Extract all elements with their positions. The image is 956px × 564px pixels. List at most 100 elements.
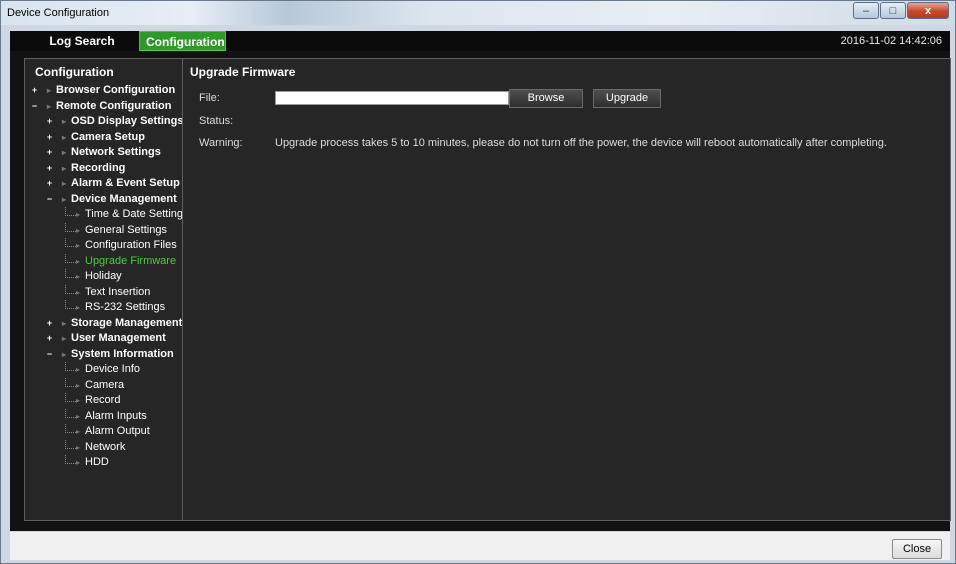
- close-button[interactable]: Close: [892, 539, 942, 559]
- file-path-input[interactable]: [275, 91, 509, 105]
- tree-branch-line: [65, 408, 76, 418]
- sidebar-item-camera-setup[interactable]: + ▸ Camera Setup: [25, 130, 185, 146]
- main-content: Configuration + ▸ Browser Configuration − ▸ R…: [10, 51, 951, 531]
- sidebar-item-network-settings[interactable]: + ▸ Network Settings: [25, 145, 185, 161]
- sidebar-item-label: Browser Configuration: [56, 84, 176, 96]
- configuration-sidebar: Configuration + ▸ Browser Configuration − ▸ R…: [24, 58, 189, 521]
- upgrade-firmware-panel: Upgrade Firmware File: Browse Upgrade St…: [182, 58, 951, 521]
- sidebar-item-label: Device Management: [71, 192, 177, 205]
- chevron-right-icon: ▸: [76, 411, 81, 421]
- sidebar-item-recording[interactable]: + ▸ Recording: [25, 161, 185, 177]
- chevron-right-icon: ▸: [62, 179, 67, 188]
- sidebar-item-label: Alarm & Event Setup: [71, 177, 180, 189]
- sidebar-item-label: Storage Management: [71, 316, 183, 329]
- sidebar-item-label: Alarm Inputs: [85, 409, 147, 422]
- expand-icon[interactable]: +: [46, 117, 53, 126]
- tree-branch-line: [65, 253, 76, 263]
- chevron-right-icon: ▸: [76, 380, 81, 390]
- sidebar-item-camera[interactable]: ▸ Camera: [25, 377, 185, 394]
- sidebar-item-holiday[interactable]: ▸ Holiday: [25, 269, 185, 285]
- sidebar-item-label: Network: [85, 440, 126, 453]
- title-bar: Device Configuration – □ x: [1, 1, 955, 25]
- sidebar-item-device-info[interactable]: ▸ Device Info: [25, 362, 185, 378]
- chevron-right-icon: ▸: [76, 272, 81, 281]
- minimize-button[interactable]: –: [853, 2, 879, 19]
- upgrade-button[interactable]: Upgrade: [593, 89, 661, 108]
- sidebar-item-hdd[interactable]: ▸ HDD: [25, 455, 185, 471]
- sidebar-item-time-date-settings[interactable]: ▸ Time & Date Settings: [25, 207, 189, 223]
- chevron-right-icon: ▸: [76, 210, 81, 219]
- status-label: Status:: [199, 115, 234, 127]
- sidebar-item-browser-configuration[interactable]: + ▸ Browser Configuration: [25, 83, 185, 99]
- sidebar-item-storage-management[interactable]: + ▸ Storage Management: [25, 316, 185, 332]
- warning-label: Warning:: [199, 137, 243, 149]
- sidebar-item-alarm-event-setup[interactable]: + ▸ Alarm & Event Setup: [25, 176, 185, 192]
- sidebar-item-label: HDD: [85, 456, 109, 468]
- sidebar-item-configuration-files[interactable]: ▸ Configuration Files: [25, 238, 185, 254]
- sidebar-item-text-insertion[interactable]: ▸ Text Insertion: [25, 284, 185, 301]
- sidebar-item-label: Remote Configuration: [56, 99, 172, 112]
- sidebar-item-system-information[interactable]: − ▸ System Information: [25, 347, 185, 363]
- footer-bar: Close: [10, 531, 950, 560]
- expand-icon[interactable]: +: [46, 179, 53, 188]
- sidebar-item-label: Recording: [71, 161, 126, 174]
- sidebar-item-network[interactable]: ▸ Network: [25, 439, 185, 456]
- sidebar-item-label: Holiday: [85, 270, 122, 282]
- expand-icon[interactable]: +: [46, 163, 53, 172]
- sidebar-item-remote-configuration[interactable]: − ▸ Remote Configuration: [25, 99, 185, 115]
- chevron-right-icon: ▸: [76, 256, 81, 266]
- tree-branch-line: [65, 424, 76, 433]
- collapse-icon[interactable]: −: [46, 194, 53, 203]
- sidebar-item-device-management[interactable]: − ▸ Device Management: [25, 192, 185, 208]
- expand-icon[interactable]: +: [46, 318, 53, 327]
- tree-branch-line: [65, 222, 76, 232]
- chevron-right-icon: ▸: [62, 163, 67, 173]
- sidebar-item-label: Upgrade Firmware: [85, 254, 177, 267]
- chevron-right-icon: ▸: [76, 225, 81, 235]
- tree-branch-line: [65, 439, 76, 449]
- sidebar-item-label: Text Insertion: [85, 285, 151, 298]
- configuration-tree: + ▸ Browser Configuration − ▸ Remote Configur…: [25, 83, 189, 471]
- sidebar-item-general-settings[interactable]: ▸ General Settings: [25, 222, 185, 239]
- window-title: Device Configuration: [7, 7, 110, 19]
- sidebar-item-rs-232-settings[interactable]: ▸ RS-232 Settings: [25, 300, 185, 316]
- collapse-icon[interactable]: −: [31, 101, 38, 110]
- chevron-right-icon: ▸: [47, 86, 52, 95]
- chevron-right-icon: ▸: [62, 318, 67, 328]
- expand-icon[interactable]: +: [46, 132, 53, 141]
- tab-configuration[interactable]: Configuration: [139, 31, 226, 51]
- sidebar-item-record[interactable]: ▸ Record: [25, 393, 185, 409]
- maximize-button[interactable]: □: [880, 2, 906, 19]
- sidebar-item-label: General Settings: [85, 223, 167, 236]
- collapse-icon[interactable]: −: [46, 349, 53, 358]
- sidebar-item-label: User Management: [71, 332, 166, 344]
- chevron-right-icon: ▸: [76, 365, 81, 374]
- sidebar-item-label: Camera Setup: [71, 130, 145, 143]
- chevron-right-icon: ▸: [76, 458, 81, 467]
- sidebar-item-osd-display-settings[interactable]: + ▸ OSD Display Settings: [25, 114, 185, 130]
- sidebar-item-label: Time & Date Settings: [85, 208, 189, 220]
- browse-button[interactable]: Browse: [509, 89, 583, 108]
- window-controls: – □ x: [852, 2, 949, 20]
- sidebar-item-upgrade-firmware[interactable]: ▸ Upgrade Firmware: [25, 253, 185, 270]
- chevron-right-icon: ▸: [62, 132, 67, 142]
- tree-branch-line: [65, 207, 76, 216]
- warning-text: Upgrade process takes 5 to 10 minutes, p…: [275, 137, 887, 149]
- page-title: Upgrade Firmware: [190, 65, 296, 79]
- expand-icon[interactable]: +: [31, 86, 38, 95]
- sidebar-item-user-management[interactable]: + ▸ User Management: [25, 331, 185, 347]
- sidebar-item-alarm-inputs[interactable]: ▸ Alarm Inputs: [25, 408, 185, 425]
- chevron-right-icon: ▸: [47, 101, 52, 111]
- tab-log-search[interactable]: Log Search: [34, 31, 130, 51]
- sidebar-item-label: System Information: [71, 347, 174, 360]
- sidebar-item-label: Device Info: [85, 363, 141, 375]
- sidebar-item-alarm-output[interactable]: ▸ Alarm Output: [25, 424, 185, 440]
- close-window-button[interactable]: x: [907, 2, 949, 19]
- expand-icon[interactable]: +: [46, 148, 53, 157]
- tree-branch-line: [65, 238, 76, 247]
- chevron-right-icon: ▸: [76, 396, 81, 405]
- expand-icon[interactable]: +: [46, 334, 53, 343]
- tree-branch-line: [65, 393, 76, 402]
- chevron-right-icon: ▸: [76, 427, 81, 436]
- chevron-right-icon: ▸: [76, 303, 81, 312]
